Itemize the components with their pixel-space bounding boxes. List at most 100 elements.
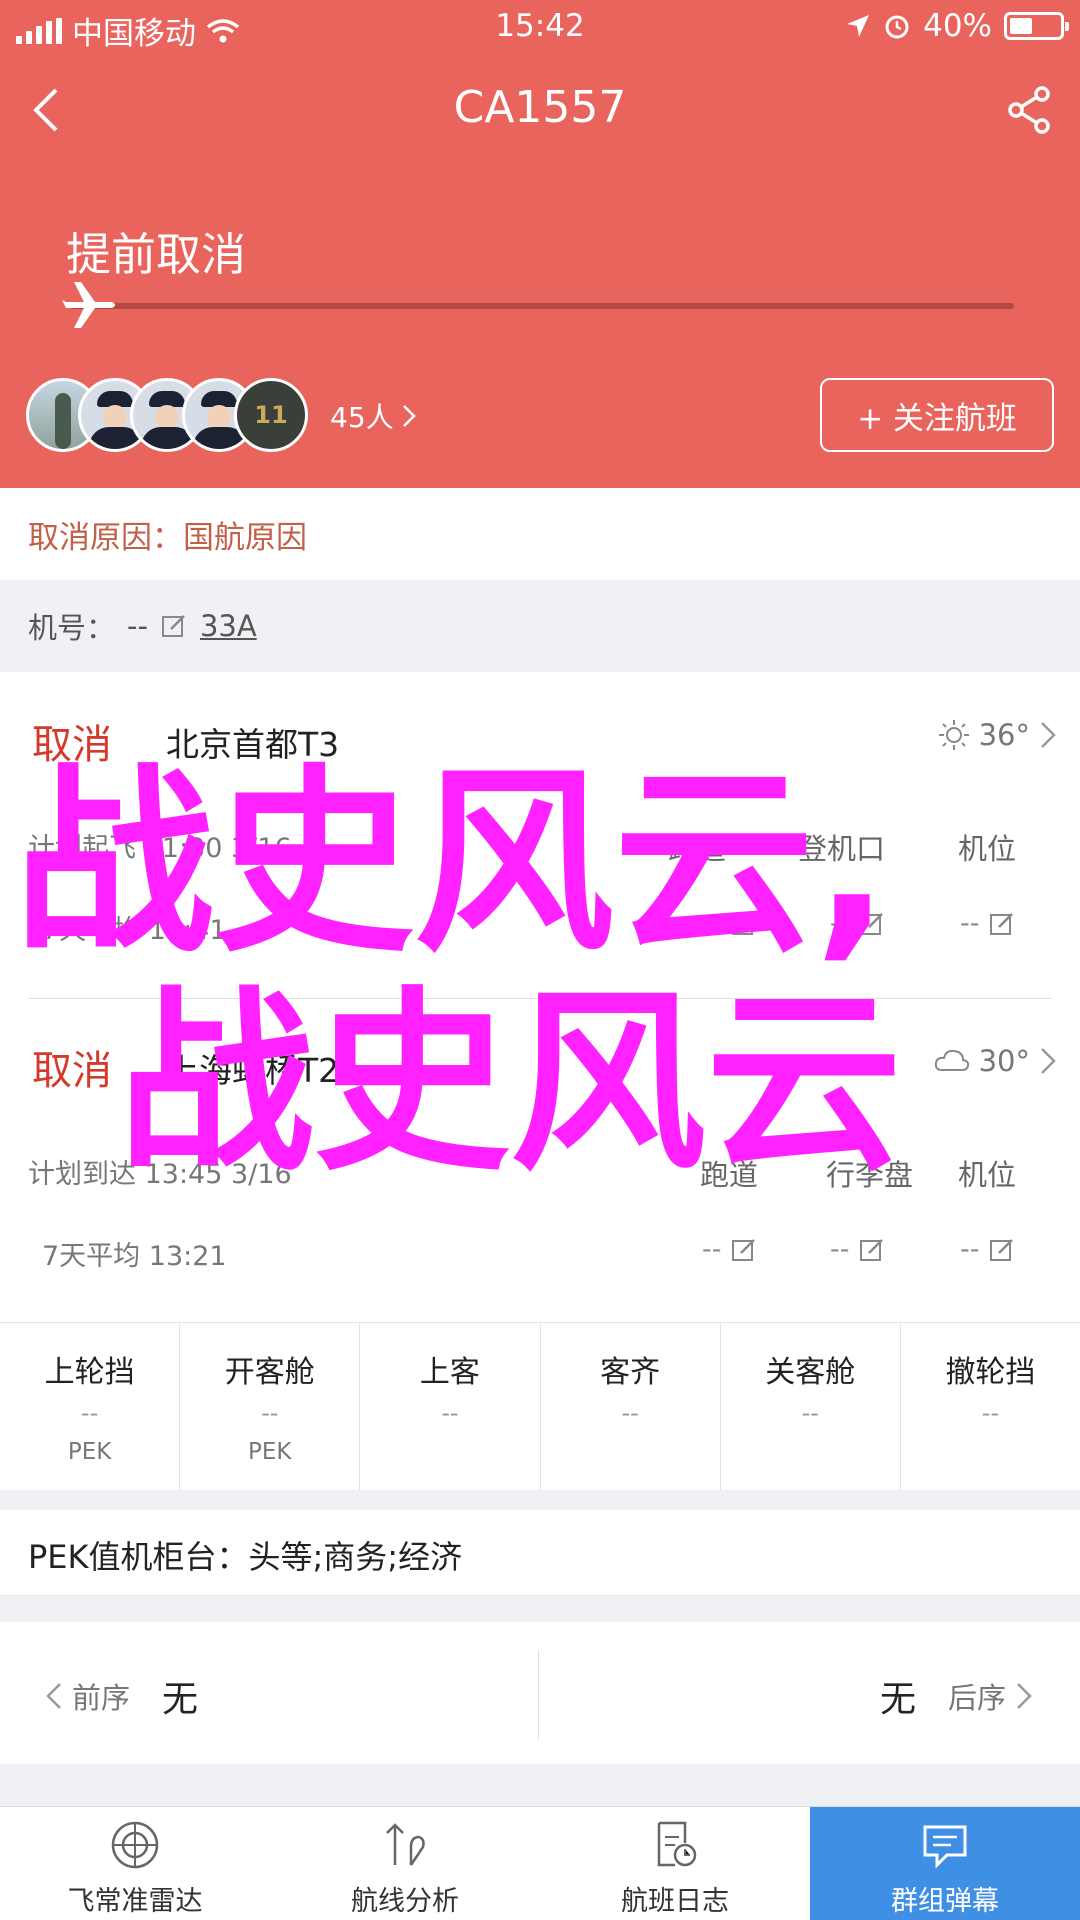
step-time: -- [441, 1399, 459, 1427]
step-airport: PEK [248, 1439, 292, 1465]
overlay-text-line-1: 战史风云, [14, 747, 890, 980]
step-time: -- [621, 1399, 639, 1427]
aircraft-value: -- [127, 609, 148, 643]
follow-flight-label: + 关注航班 [857, 400, 1017, 437]
cancel-reason-row: 取消原因：国航原因 [0, 488, 1080, 580]
arrival-weather[interactable]: 30° [933, 1044, 1058, 1078]
tab-label: 飞常准雷达 [67, 1886, 203, 1917]
divider [538, 1650, 539, 1740]
stand-value[interactable]: -- [960, 1234, 1016, 1265]
avg-value: 13:21 [148, 1241, 227, 1272]
step-name: 关客舱 [765, 1355, 856, 1390]
stand-value-text: -- [960, 908, 980, 939]
flight-progress-track [70, 303, 1014, 309]
previous-value: 无 [162, 1679, 199, 1720]
next-value: 无 [879, 1679, 916, 1720]
arrival-status: 取消 [32, 1048, 112, 1094]
next-flight-link[interactable]: 无 后序 [856, 1670, 1034, 1722]
page-title: CA1557 [453, 82, 627, 133]
stand-label: 机位 [958, 832, 1017, 866]
step-chocks-off: 撤轮挡 -- [901, 1323, 1080, 1490]
next-label: 后序 [947, 1681, 1006, 1715]
step-airport: PEK [67, 1439, 112, 1465]
edit-icon [731, 1238, 755, 1261]
cancel-reason-value: 国航原因 [183, 520, 307, 556]
departure-weather[interactable]: 36° [937, 718, 1058, 752]
location-arrow-icon [847, 15, 870, 37]
step-boarding-complete: 客齐 -- [541, 1323, 721, 1490]
runway-value[interactable]: -- [702, 1234, 758, 1265]
battery-icon [1004, 12, 1069, 40]
battery-percent: 40% [923, 8, 992, 44]
step-name: 上客 [419, 1355, 480, 1390]
edit-icon [989, 1238, 1013, 1261]
chevron-left-icon [46, 1683, 61, 1709]
follower-count-link[interactable]: 45人 [330, 396, 418, 436]
edit-icon [859, 1238, 883, 1261]
bottom-tab-bar: 飞常准雷达 航线分析 航班日志 群组弹幕 [0, 1806, 1080, 1920]
chevron-right-icon [1017, 1683, 1032, 1709]
jersey-number: 11 [254, 401, 288, 429]
airplane-icon [62, 282, 115, 328]
status-icons: 40% [845, 8, 1069, 44]
edit-icon [989, 912, 1013, 935]
chevron-right-icon [1041, 1048, 1056, 1074]
overlay-text-line-2: 战史风云 [118, 970, 903, 1198]
tab-radar[interactable]: 飞常准雷达 [0, 1807, 270, 1920]
flight-status-label: 提前取消 [66, 228, 247, 281]
tab-route-analysis[interactable]: 航线分析 [270, 1807, 540, 1920]
step-name: 客齐 [600, 1355, 661, 1390]
tab-group-chat[interactable]: 群组弹幕 [810, 1807, 1080, 1920]
previous-label: 前序 [72, 1681, 131, 1715]
route-icon [386, 1823, 425, 1866]
step-name: 开客舱 [224, 1355, 315, 1390]
checkin-counter-label: PEK值机柜台： [28, 1538, 249, 1576]
log-icon [657, 1821, 697, 1867]
stand-value[interactable]: -- [960, 908, 1016, 939]
tab-label: 航班日志 [621, 1886, 729, 1917]
step-close-cabin: 关客舱 -- [721, 1323, 901, 1490]
baggage-value[interactable]: -- [830, 1234, 886, 1265]
runway-value-text: -- [702, 1234, 722, 1265]
checkin-counter-value: 头等;商务;经济 [248, 1538, 463, 1576]
chevron-right-icon [402, 405, 416, 427]
sun-icon [938, 720, 969, 750]
share-icon [1008, 86, 1050, 134]
chat-icon [923, 1825, 967, 1869]
arrival-average: 7天平均 13:21 [42, 1234, 227, 1273]
status-bar: 中国移动 15:42 40% [0, 0, 1080, 56]
boarding-steps: 上轮挡 -- PEK 开客舱 -- PEK 上客 -- 客齐 -- 关客舱 --… [0, 1322, 1080, 1490]
follow-flight-button[interactable]: + 关注航班 [820, 378, 1054, 452]
tab-label: 群组弹幕 [891, 1886, 999, 1917]
step-time: -- [80, 1399, 99, 1427]
aircraft-type-link[interactable]: 33A [200, 609, 257, 643]
battery-fill [1010, 18, 1032, 34]
avatar: 11 [234, 378, 308, 452]
step-boarding: 上客 -- [360, 1323, 541, 1490]
tab-label: 航线分析 [351, 1886, 459, 1917]
previous-flight-link[interactable]: 前序 无 [44, 1670, 222, 1722]
cancel-reason-label: 取消原因： [28, 520, 183, 556]
checkin-counter-row: PEK值机柜台：头等;商务;经济 [0, 1510, 1080, 1596]
prev-next-flights: 前序 无 无 后序 [0, 1622, 1080, 1764]
nav-bar: CA1557 [0, 70, 1080, 150]
step-open-cabin: 开客舱 -- PEK [180, 1323, 361, 1490]
aircraft-row: 机号： -- 33A [0, 580, 1080, 672]
tab-flight-log[interactable]: 航班日志 [540, 1807, 810, 1920]
step-name: 撤轮挡 [945, 1355, 1036, 1390]
step-chocks-on: 上轮挡 -- PEK [0, 1323, 181, 1490]
step-time: -- [801, 1399, 819, 1427]
cloud-icon [934, 1049, 969, 1071]
edit-icon[interactable] [160, 612, 188, 640]
baggage-value-text: -- [830, 1234, 850, 1265]
departure-temperature: 36° [978, 718, 1030, 752]
step-time: -- [261, 1399, 279, 1427]
radar-icon [111, 1821, 159, 1869]
share-button[interactable] [1000, 80, 1060, 140]
chevron-right-icon [1041, 722, 1056, 748]
avg-label: 7天平均 [42, 1241, 141, 1272]
stand-label: 机位 [958, 1158, 1017, 1192]
step-name: 上轮挡 [44, 1355, 135, 1390]
step-time: -- [981, 1399, 1000, 1427]
alarm-icon [885, 15, 909, 39]
